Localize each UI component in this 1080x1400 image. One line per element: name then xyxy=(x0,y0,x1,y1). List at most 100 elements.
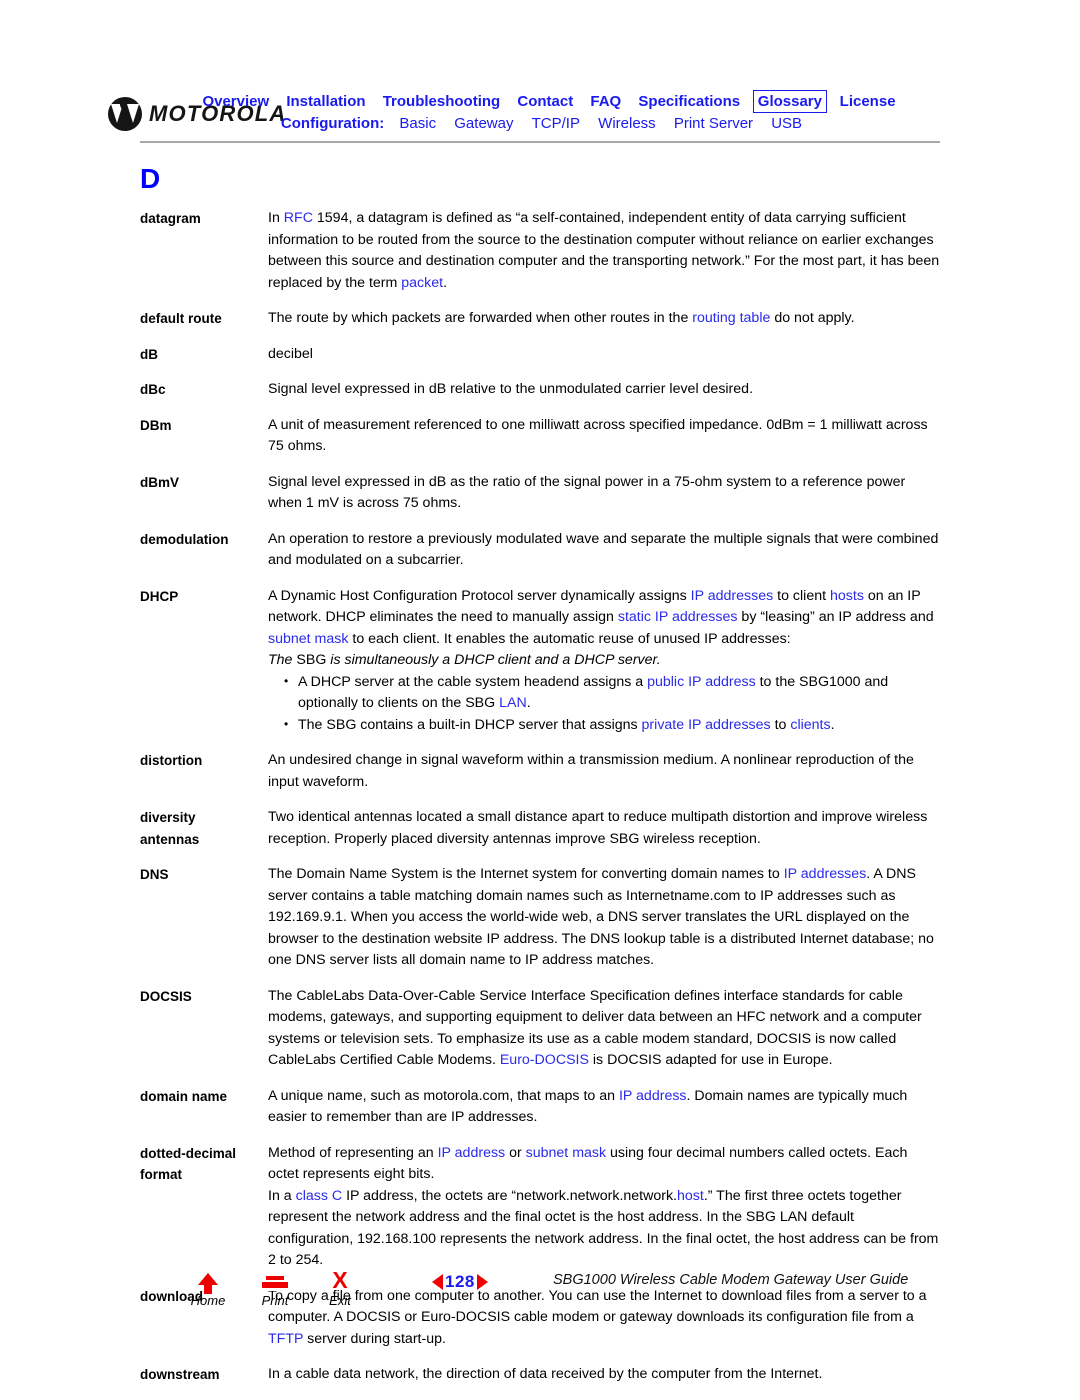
glossary-definition: The CableLabs Data-Over-Cable Service In… xyxy=(268,986,940,1072)
nav-item-basic[interactable]: Basic xyxy=(392,113,443,134)
glossary-term-line: dB xyxy=(140,346,158,362)
nav-item-faq[interactable]: FAQ xyxy=(584,91,628,112)
glossary-term-line: dotted-decimal xyxy=(140,1145,237,1161)
glossary-definition: A unique name, such as motorola.com, tha… xyxy=(268,1086,940,1129)
nav-item-overview[interactable]: Overview xyxy=(196,91,276,112)
glossary-entry: downstream In a cable data network, the d… xyxy=(0,1364,1080,1386)
glossary-term-line: diversity xyxy=(140,810,196,825)
glossary-definition: In a cable data network, the direction o… xyxy=(268,1364,940,1386)
glossary-cross-reference-link[interactable]: routing table xyxy=(692,310,770,326)
glossary-definition: Two identical antennas located a small d… xyxy=(268,807,940,850)
print-button-label: Print xyxy=(261,1293,289,1308)
nav-item-specifications[interactable]: Specifications xyxy=(632,91,747,112)
glossary-term: DBm xyxy=(140,415,268,437)
glossary-cross-reference-link[interactable]: private IP addresses xyxy=(642,717,771,733)
configuration-label: Configuration: xyxy=(280,115,385,132)
glossary-entry: dBc Signal level expressed in dB relative… xyxy=(0,379,1080,401)
glossary-letter-heading: D xyxy=(140,163,161,194)
glossary-term-line: format xyxy=(140,1167,183,1182)
page-number: 128 xyxy=(445,1272,475,1291)
glossary-cross-reference-link[interactable]: RFC xyxy=(284,210,313,226)
glossary-term: demodulation xyxy=(140,529,268,551)
nav-item-license[interactable]: License xyxy=(833,91,902,112)
glossary-cross-reference-link[interactable]: clients xyxy=(790,717,830,733)
definition-text: The Domain Name System is the Internet s… xyxy=(268,866,784,882)
nav-item-gateway[interactable]: Gateway xyxy=(447,113,520,134)
definition-text: . xyxy=(830,716,835,733)
glossary-cross-reference-link[interactable]: hosts xyxy=(830,588,864,604)
glossary-entry: dotted-decimal format Method of representi… xyxy=(0,1143,1080,1272)
glossary-term: dotted-decimal format xyxy=(140,1143,268,1186)
glossary-cross-reference-link[interactable]: subnet mask xyxy=(526,1145,606,1161)
glossary-entry: DOCSIS The CableLabs Data-Over-Cable Serv… xyxy=(0,986,1080,1072)
glossary-term-line: demodulation xyxy=(140,531,229,547)
home-button[interactable]: Home xyxy=(176,1270,240,1308)
glossary-entry: DNS The Domain Name System is the Interne… xyxy=(0,864,1080,972)
nav-item-wireless[interactable]: Wireless xyxy=(591,113,663,134)
glossary-definition: An undesired change in signal waveform w… xyxy=(268,750,940,793)
glossary-cross-reference-link[interactable]: Euro-DOCSIS xyxy=(500,1052,589,1068)
glossary-cross-reference-link[interactable]: host xyxy=(677,1188,704,1204)
definition-paragraph: An undesired change in signal waveform w… xyxy=(268,750,940,793)
glossary-cross-reference-link[interactable]: public IP address xyxy=(647,674,756,690)
definition-paragraph: A unit of measurement referenced to one … xyxy=(268,415,940,458)
definition-paragraph: In a class C IP address, the octets are … xyxy=(268,1186,940,1272)
nav-item-usb[interactable]: USB xyxy=(764,113,809,134)
glossary-cross-reference-link[interactable]: static IP addresses xyxy=(618,609,738,625)
glossary-cross-reference-link[interactable]: IP addresses xyxy=(784,866,867,882)
glossary-term: diversity antennas xyxy=(140,807,268,850)
glossary-cross-reference-link[interactable]: subnet mask xyxy=(268,631,348,647)
nav-item-contact[interactable]: Contact xyxy=(511,91,580,112)
primary-nav-row: Overview Installation Troubleshooting Co… xyxy=(0,90,1080,113)
glossary-entry: DBm A unit of measurement referenced to o… xyxy=(0,415,1080,458)
previous-page-icon[interactable] xyxy=(432,1274,443,1290)
definition-text: A Dynamic Host Configuration Protocol se… xyxy=(268,587,691,604)
definition-paragraph: A unique name, such as motorola.com, tha… xyxy=(268,1086,940,1129)
print-icon xyxy=(243,1270,307,1294)
glossary-term: DOCSIS xyxy=(140,986,268,1008)
definition-paragraph: Signal level expressed in dB relative to… xyxy=(268,379,940,401)
definition-bullet-list: A DHCP server at the cable system headen… xyxy=(268,671,940,737)
glossary-cross-reference-link[interactable]: IP address xyxy=(438,1145,506,1161)
nav-item-glossary[interactable]: Glossary xyxy=(752,90,827,113)
glossary-term: default route xyxy=(140,308,268,330)
definition-text: The route by which packets are forwarded… xyxy=(268,310,693,326)
definition-paragraph: In a cable data network, the direction o… xyxy=(268,1364,940,1386)
next-page-icon[interactable] xyxy=(476,1274,488,1290)
definition-text: The xyxy=(268,652,297,668)
definition-paragraph: Signal level expressed in dB as the rati… xyxy=(268,472,940,515)
secondary-nav-row: Configuration: Basic Gateway TCP/IP Wire… xyxy=(0,113,1080,134)
glossary-term-line: datagram xyxy=(140,211,201,226)
definition-paragraph: The route by which packets are forwarded… xyxy=(268,308,940,330)
nav-item-print-server[interactable]: Print Server xyxy=(667,113,760,134)
definition-paragraph: An operation to restore a previously mod… xyxy=(268,529,940,572)
glossary-definition: Method of representing an IP address or … xyxy=(268,1143,940,1272)
nav-item-tcpip[interactable]: TCP/IP xyxy=(525,113,587,134)
glossary-definition: In RFC 1594, a datagram is defined as “a… xyxy=(268,208,940,294)
glossary-cross-reference-link[interactable]: class C xyxy=(296,1188,343,1204)
definition-text: do not apply. xyxy=(770,310,855,326)
exit-button[interactable]: X Exit xyxy=(308,1269,372,1308)
glossary-cross-reference-link[interactable]: LAN xyxy=(499,695,527,711)
definition-text: IP address, the octets are “network.netw… xyxy=(342,1187,677,1204)
definition-text: to xyxy=(770,716,791,733)
glossary-term: DNS xyxy=(140,864,268,886)
definition-text: An operation to restore a previously mod… xyxy=(268,530,939,569)
glossary-term: domain name xyxy=(140,1086,268,1108)
definition-text: or xyxy=(505,1144,526,1161)
glossary-definition: Signal level expressed in dB as the rati… xyxy=(268,472,940,515)
glossary-definition: The route by which packets are forwarded… xyxy=(268,308,940,330)
glossary-term: DHCP xyxy=(140,586,268,608)
definition-text: decibel xyxy=(268,345,313,362)
glossary-entry: demodulation An operation to restore a pr… xyxy=(0,529,1080,572)
glossary-cross-reference-link[interactable]: IP address xyxy=(619,1088,687,1104)
definition-paragraph: decibel xyxy=(268,344,940,366)
definition-text: A unique name, such as motorola.com, tha… xyxy=(268,1087,619,1104)
definition-text: In a cable data network, the direction o… xyxy=(268,1366,823,1382)
glossary-cross-reference-link[interactable]: packet xyxy=(401,275,443,291)
print-button[interactable]: Print xyxy=(243,1270,307,1308)
nav-item-troubleshooting[interactable]: Troubleshooting xyxy=(376,91,507,112)
glossary-cross-reference-link[interactable]: IP addresses xyxy=(691,588,774,604)
nav-item-installation[interactable]: Installation xyxy=(280,91,372,112)
home-button-label: Home xyxy=(190,1293,226,1308)
